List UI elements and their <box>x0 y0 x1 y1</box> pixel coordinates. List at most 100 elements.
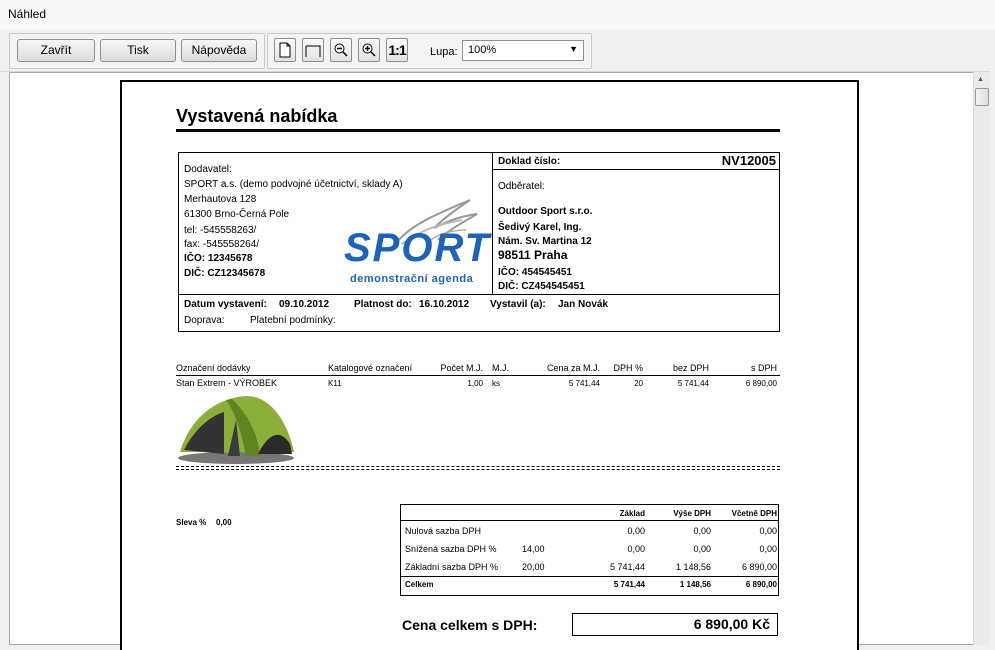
col-gross: s DPH <box>750 363 777 373</box>
window-border <box>990 30 995 645</box>
zoom-select[interactable]: 100% ▼ <box>462 40 584 61</box>
page-width-icon <box>305 45 321 57</box>
sport-logo: SPORT demonstrační agenda <box>342 194 492 294</box>
item-vat: 20 <box>634 379 643 388</box>
help-button[interactable]: Nápověda <box>181 39 257 62</box>
doc-number-label: Doklad číslo: <box>498 156 561 167</box>
zoom-out-icon <box>334 43 348 57</box>
customer-label: Odběratel: <box>498 181 545 192</box>
supplier-ico: IČO: 12345678 <box>184 253 253 264</box>
zoom-in-icon <box>362 43 376 57</box>
vat-col-total: Včetně DPH <box>731 509 777 518</box>
item-name: Stan Extrem - VÝROBEK <box>176 378 278 388</box>
window-title: Náhled <box>8 7 47 21</box>
header-rule <box>178 294 780 295</box>
discount-label: Sleva % <box>176 518 207 527</box>
items-end-rule <box>176 466 780 470</box>
print-button[interactable]: Tisk <box>100 39 176 62</box>
item-qty: 1,00 <box>467 379 483 388</box>
vat-row-base: 0,00 <box>627 526 645 536</box>
zoom-select-value: 100% <box>468 44 497 56</box>
col-item-name: Označení dodávky <box>176 363 251 373</box>
issue-date: 09.10.2012 <box>279 299 330 310</box>
grand-total-label: Cena celkem s DPH: <box>402 617 538 633</box>
page-icon <box>279 42 291 58</box>
doc-number-rule <box>492 169 780 170</box>
valid-until-label: Platnost do: <box>354 299 412 310</box>
vat-row-total: 6 890,00 <box>741 562 777 572</box>
customer-ico: IČO: 454545451 <box>498 267 572 278</box>
item-unit: ks <box>492 379 500 388</box>
toolbar: Zavřít Tisk Nápověda 1:1 Lupa: 100% ▼ <box>0 30 995 72</box>
vat-table-total-rule <box>400 576 779 577</box>
vat-row-label: Nulová sazba DPH <box>405 526 482 536</box>
tent-image <box>178 396 294 464</box>
vat-total-total: 6 890,00 <box>745 580 777 589</box>
discount-value: 0,00 <box>216 518 232 527</box>
vat-row-rate: 20,00 <box>522 562 545 572</box>
supplier-name: SPORT a.s. (demo podvojné účetnictví, sk… <box>184 179 403 190</box>
doc-number: NV12005 <box>721 153 776 168</box>
vat-row-base: 0,00 <box>627 544 645 554</box>
col-price: Cena za M.J. <box>546 363 600 373</box>
vat-total-label: Celkem <box>405 580 434 589</box>
vertical-scrollbar[interactable]: ▲ <box>973 72 990 645</box>
page-width-button[interactable] <box>302 38 324 62</box>
customer-name: Outdoor Sport s.r.o. <box>498 206 593 217</box>
vat-row-label: Snížená sazba DPH % <box>405 544 497 554</box>
items-header-rule <box>176 375 780 376</box>
transport-label: Doprava: <box>184 315 225 326</box>
vat-row-base: 5 741,44 <box>609 562 645 572</box>
valid-until-date: 16.10.2012 <box>419 299 470 310</box>
vat-row-rate: 14,00 <box>522 544 545 554</box>
supplier-city: 61300 Brno-Černá Pole <box>184 209 290 220</box>
item-price: 5 741,44 <box>568 379 600 388</box>
vat-row-total: 0,00 <box>759 544 777 554</box>
vat-col-base: Základ <box>619 509 645 518</box>
logo-subtitle: demonstrační agenda <box>350 273 474 285</box>
item-catalog: K11 <box>328 379 342 388</box>
item-gross: 6 890,00 <box>745 379 777 388</box>
issued-by-label: Vystavil (a): <box>490 299 546 310</box>
vat-total-base: 5 741,44 <box>613 580 645 589</box>
logo-text: SPORT <box>344 226 492 270</box>
scroll-up-arrow-icon[interactable]: ▲ <box>977 76 984 83</box>
supplier-fax: fax: -545558264/ <box>184 239 260 250</box>
col-vat: DPH % <box>613 363 643 373</box>
col-unit: M.J. <box>492 363 509 373</box>
vat-row-vat: 1 148,56 <box>675 562 711 572</box>
supplier-tel: tel: -545558263/ <box>184 225 257 236</box>
vat-row-vat: 0,00 <box>693 526 711 536</box>
vat-total-vat: 1 148,56 <box>679 580 711 589</box>
document-heading: Vystavená nabídka <box>176 106 338 126</box>
zoom-in-button[interactable] <box>358 38 380 62</box>
actual-size-button[interactable]: 1:1 <box>386 38 408 62</box>
supplier-street: Merhautova 128 <box>184 194 257 205</box>
vat-row-total: 0,00 <box>759 526 777 536</box>
vat-col-vat: Výše DPH <box>673 509 711 518</box>
payment-terms-label: Platební podmínky: <box>250 315 336 326</box>
grand-total-value: 6 890,00 Kč <box>693 616 770 632</box>
customer-street: Nám. Sv. Martina 12 <box>498 236 592 247</box>
close-button[interactable]: Zavřít <box>17 39 95 62</box>
issued-by: Jan Novák <box>558 299 609 310</box>
customer-city: 98511 Praha <box>498 248 568 262</box>
document-page: Vystavená nabídka Dodavatel: SPORT a.s. … <box>120 80 859 650</box>
single-page-button[interactable] <box>274 38 296 62</box>
issue-date-label: Datum vystavení: <box>184 299 267 310</box>
window-titlebar: Náhled <box>0 0 995 30</box>
col-net: bez DPH <box>672 363 709 373</box>
supplier-label: Dodavatel: <box>184 164 232 175</box>
customer-dic: DIČ: CZ454545451 <box>498 281 585 292</box>
col-catalog: Katalogové označení <box>328 363 413 373</box>
vat-row-label: Základní sazba DPH % <box>405 562 499 572</box>
heading-rule <box>176 129 780 132</box>
scrollbar-thumb[interactable] <box>975 88 989 106</box>
col-qty: Počet M.J. <box>440 363 483 373</box>
customer-contact: Šedivý Karel, Ing. <box>498 222 582 233</box>
item-net: 5 741,44 <box>677 379 709 388</box>
supplier-dic: DIČ: CZ12345678 <box>184 268 266 279</box>
vat-table-header-rule <box>400 520 779 521</box>
zoom-label: Lupa: <box>430 46 458 58</box>
zoom-out-button[interactable] <box>330 38 352 62</box>
